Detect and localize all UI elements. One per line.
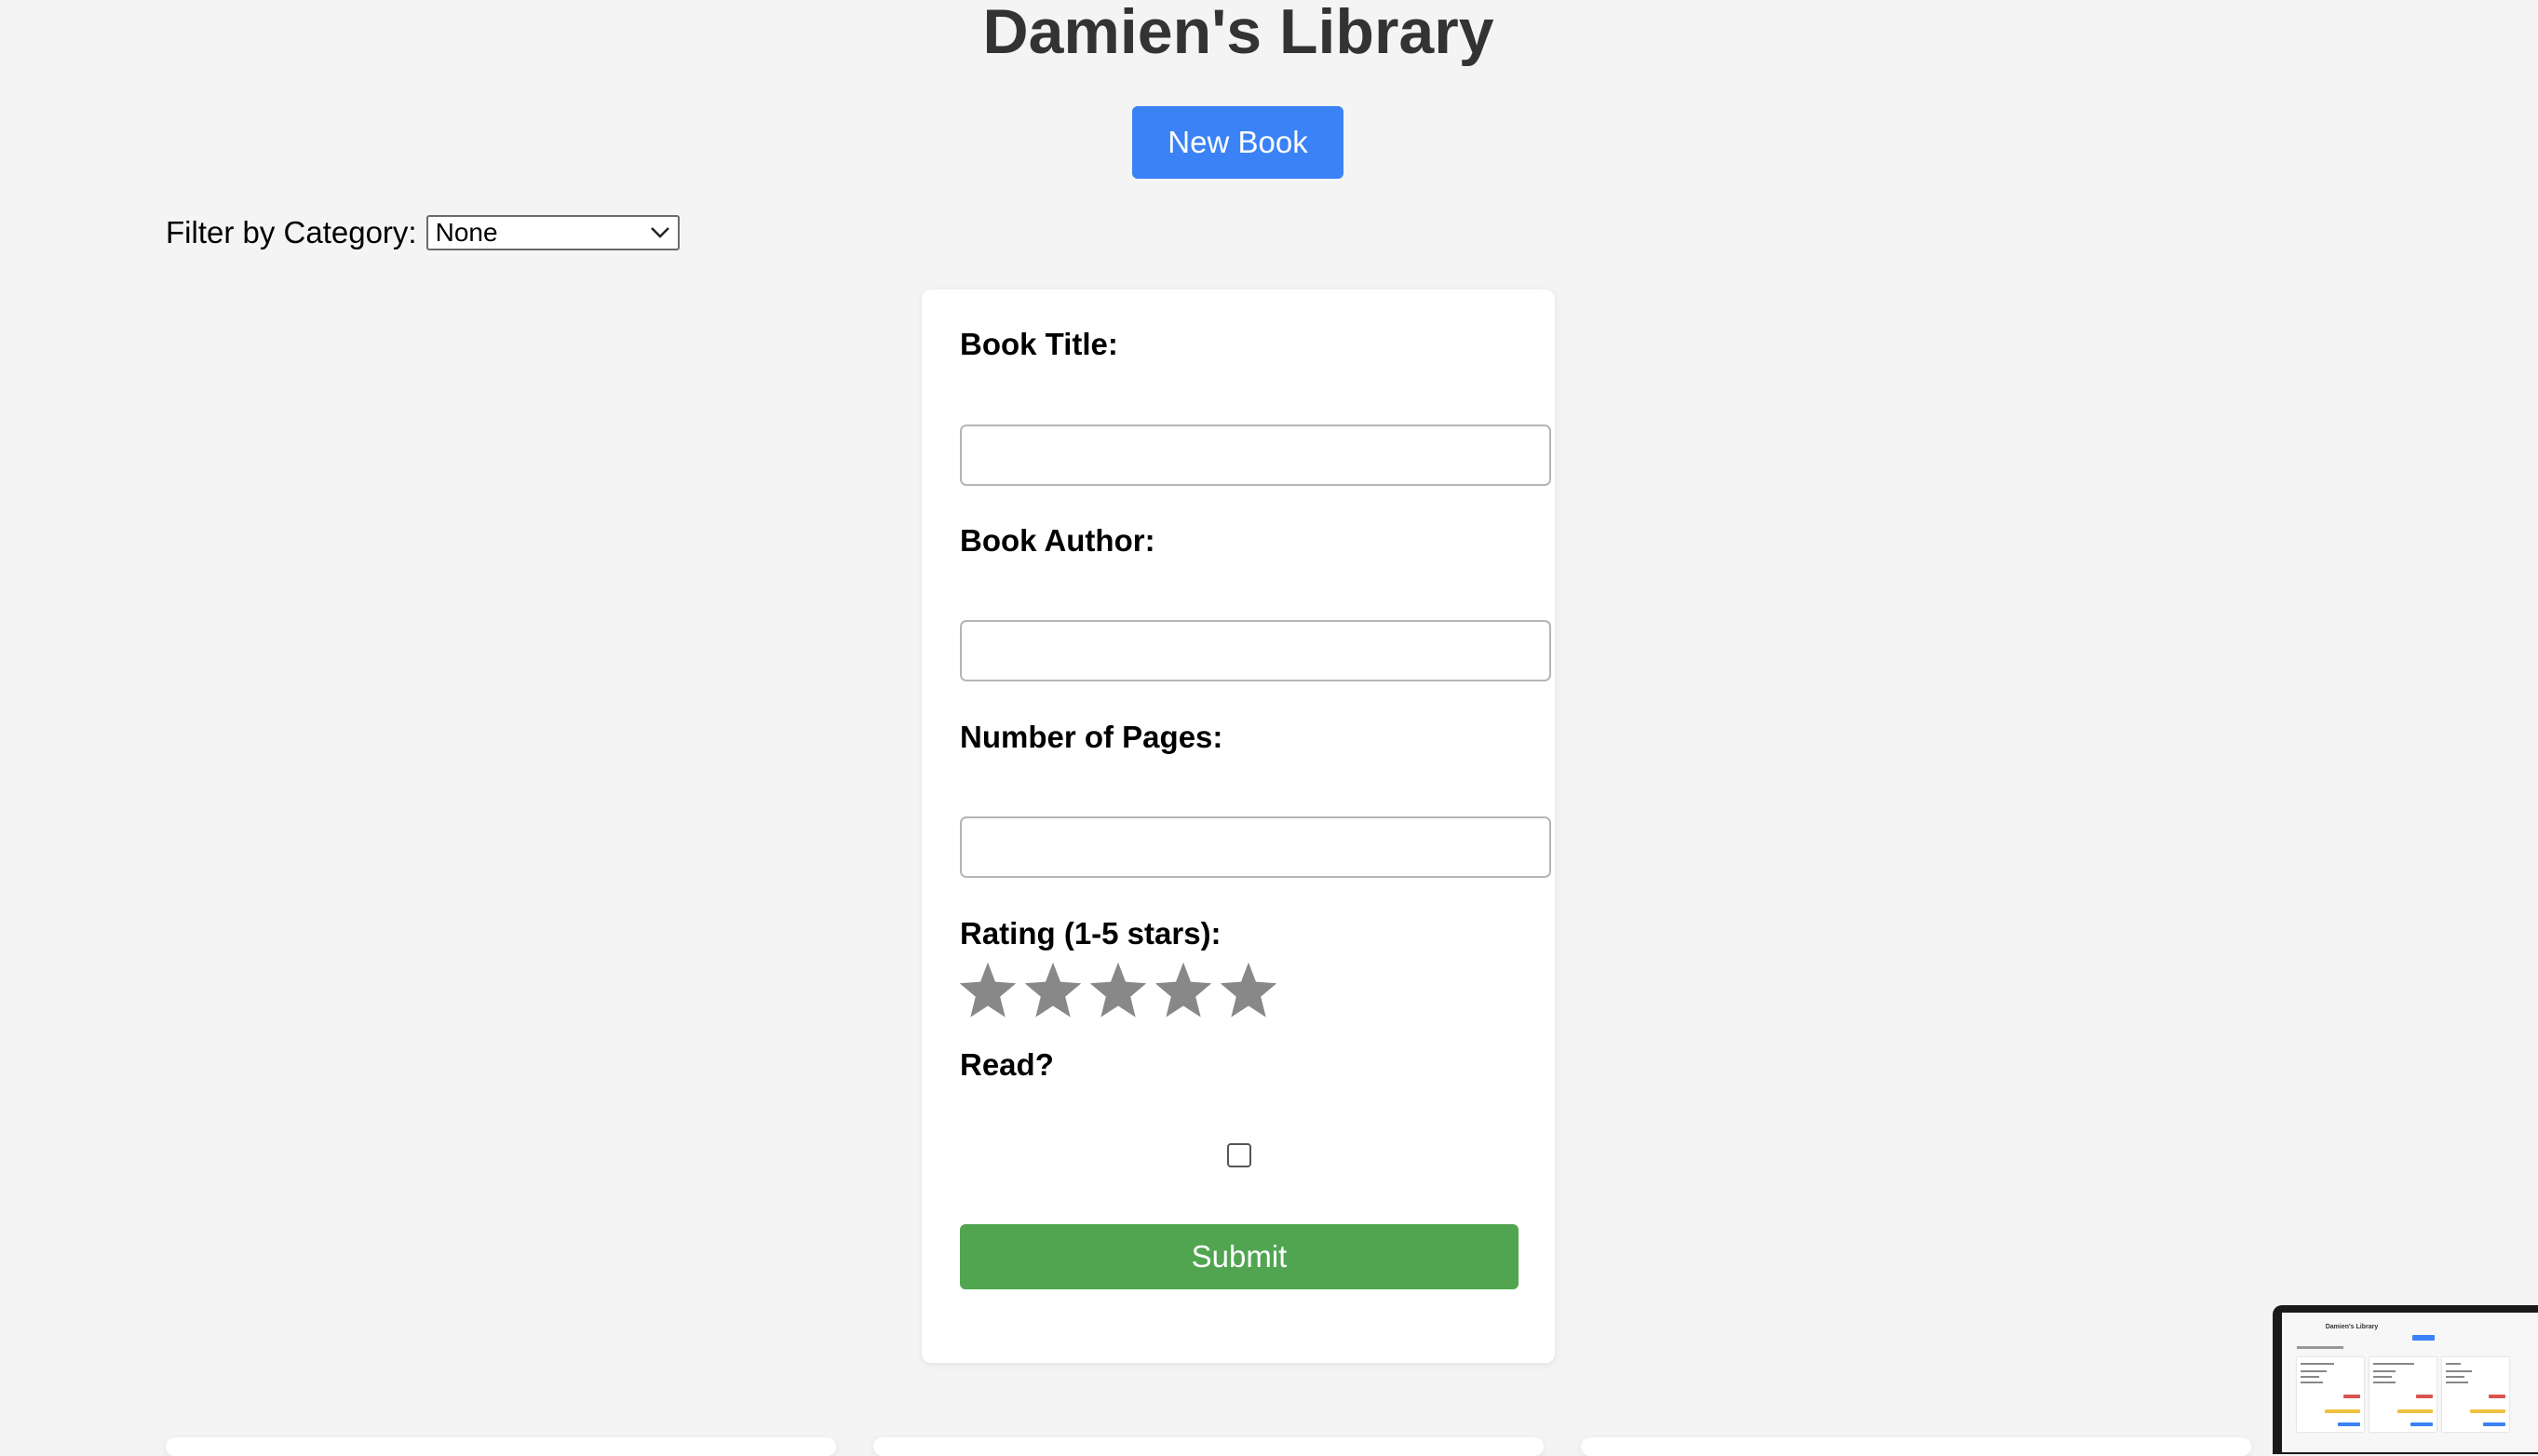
preview-card (2369, 1357, 2437, 1432)
star-icon[interactable] (1218, 960, 1279, 1021)
book-title-label: Book Title: (960, 327, 1118, 361)
star-icon[interactable] (957, 960, 1019, 1021)
pages-label: Number of Pages: (960, 720, 1223, 754)
chevron-down-icon (650, 227, 669, 238)
rating-stars (957, 960, 1279, 1021)
new-book-button[interactable]: New Book (1132, 106, 1343, 179)
category-filter: Filter by Category: None (166, 212, 680, 253)
category-select[interactable]: None (425, 215, 680, 250)
preview-filter (2297, 1346, 2343, 1349)
preview-title: Damien's Library (2325, 1324, 2379, 1330)
book-title-input[interactable] (960, 425, 1551, 486)
preview-card (2297, 1357, 2364, 1432)
preview-screen: Damien's Library (2282, 1313, 2538, 1452)
star-icon[interactable] (1153, 960, 1214, 1021)
star-icon[interactable] (1087, 960, 1149, 1021)
screenshot-preview-thumbnail[interactable]: Damien's Library (2273, 1305, 2538, 1454)
star-icon[interactable] (1022, 960, 1084, 1021)
book-card (166, 1437, 836, 1456)
preview-new-book-button (2412, 1335, 2435, 1341)
book-author-input[interactable] (960, 620, 1551, 681)
submit-button[interactable]: Submit (960, 1224, 1519, 1289)
book-card (873, 1437, 1544, 1456)
pages-input[interactable] (960, 816, 1551, 878)
filter-label: Filter by Category: (166, 215, 417, 249)
category-select-value: None (435, 218, 498, 247)
preview-card (2442, 1357, 2509, 1432)
book-card (1581, 1437, 2251, 1456)
page-title: Damien's Library (982, 0, 1494, 67)
book-author-label: Book Author: (960, 523, 1155, 558)
read-label: Read? (960, 1047, 1054, 1082)
read-checkbox[interactable] (1227, 1143, 1251, 1167)
new-book-form: Book Title: Book Author: Number of Pages… (922, 290, 1555, 1363)
rating-label: Rating (1-5 stars): (960, 916, 1222, 950)
